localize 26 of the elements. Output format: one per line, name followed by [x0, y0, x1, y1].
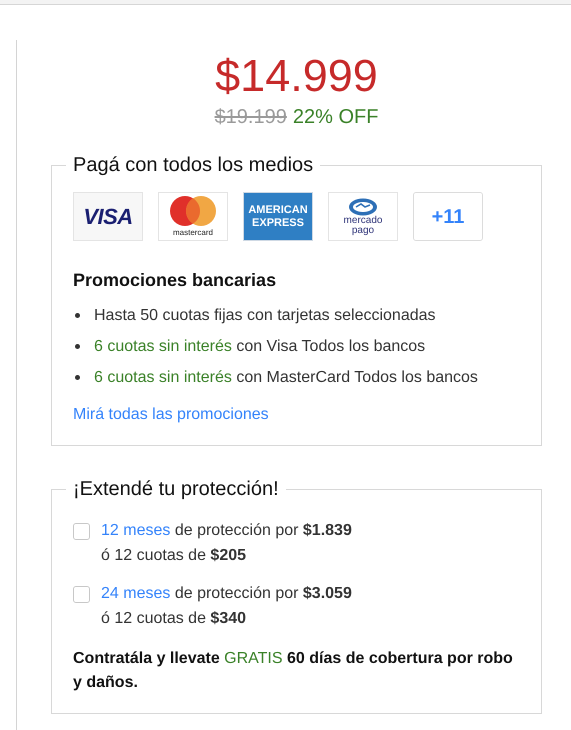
original-price: $19.199	[214, 105, 287, 130]
protection-offer: 12 meses de protección por $1.839	[101, 521, 352, 541]
promotion-text: 6 cuotas sin interés con MasterCard Todos los bancos	[94, 368, 478, 388]
panel-title: Pagá con todos los medios	[72, 153, 314, 178]
panel-title: ¡Extendé tu protección!	[72, 477, 280, 502]
promotion-text: 6 cuotas sin interés con Visa Todos los bancos	[94, 337, 426, 357]
section-heading: Promociones bancarias	[73, 269, 278, 292]
promotion-text: Hasta 50 cuotas fijas con tarjetas seleccionadas	[94, 306, 436, 326]
installments-text: ó 12 cuotas de $205	[101, 546, 248, 566]
coverage-note: Contratála y llevate GRATIS 60 días de cobertura por robo y daños.	[73, 649, 514, 693]
bullet-icon	[75, 313, 80, 318]
protection-offer: 24 meses de protección por $3.059	[101, 584, 352, 604]
logo-text: mastercard	[172, 228, 213, 238]
logo-text: AMERICAN EXPRESS	[247, 204, 309, 230]
logo-text: VISA	[83, 203, 133, 231]
logo-text: mercado pago	[343, 216, 383, 236]
discount-label: 22% OFF	[292, 105, 378, 130]
checkbox[interactable]	[73, 586, 90, 603]
more-methods-button[interactable]: +11	[413, 192, 483, 241]
bullet-icon	[75, 344, 80, 349]
bullet-icon	[75, 375, 80, 380]
installments-text: ó 12 cuotas de $340	[101, 609, 248, 629]
circles-icon	[168, 196, 218, 226]
checkbox[interactable]	[73, 523, 90, 540]
promotions-link[interactable]: Mirá todas las promociones	[73, 403, 269, 427]
current-price: $14.999	[215, 50, 378, 102]
